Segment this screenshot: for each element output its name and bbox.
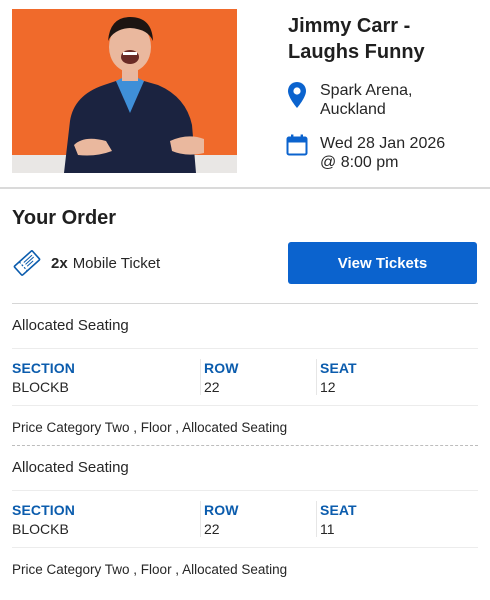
event-time: @ 8:00 pm <box>320 154 399 171</box>
date-info: Wed 28 Jan 2026 @ 8:00 pm <box>286 134 481 172</box>
row-label: ROW <box>204 360 239 376</box>
seating-divider <box>12 405 478 406</box>
column-separator <box>316 359 317 395</box>
venue-city: Auckland <box>320 101 386 118</box>
event-title-line-2: Laughs Funny <box>288 41 425 63</box>
event-date: Wed 28 Jan 2026 <box>320 135 446 152</box>
performer-photo <box>12 9 237 173</box>
row-value: 22 <box>204 521 220 537</box>
column-separator <box>200 501 201 537</box>
section-value: BLOCKB <box>12 379 69 395</box>
price-category: Price Category Two , Floor , Allocated S… <box>12 562 288 577</box>
section-label: SECTION <box>12 502 75 518</box>
seat-value: 11 <box>320 521 335 537</box>
event-title-line-1: Jimmy Carr - <box>288 15 411 37</box>
calendar-icon <box>286 134 308 156</box>
seat-label: SEAT <box>320 502 357 518</box>
venue-name: Spark Arena, <box>320 82 413 99</box>
event-title: Jimmy Carr - Laughs Funny <box>288 13 478 65</box>
section-label: SECTION <box>12 360 75 376</box>
row-value: 22 <box>204 379 220 395</box>
seat-label: SEAT <box>320 360 357 376</box>
ticket-separator <box>12 445 478 446</box>
ticket-type: Mobile Ticket <box>72 254 161 272</box>
view-tickets-button[interactable]: View Tickets <box>288 242 477 284</box>
seating-divider <box>12 547 478 548</box>
seat-value: 12 <box>320 379 336 395</box>
order-divider <box>12 303 478 304</box>
ticket-count: 2x Mobile Ticket <box>12 248 160 278</box>
column-separator <box>200 359 201 395</box>
seating-type: Allocated Seating <box>12 459 129 476</box>
seating-divider <box>12 348 478 349</box>
column-separator <box>316 501 317 537</box>
ticket-icon <box>13 250 41 276</box>
seating-type: Allocated Seating <box>12 317 129 334</box>
date-text: Wed 28 Jan 2026 @ 8:00 pm <box>320 134 445 172</box>
venue-text: Spark Arena, Auckland <box>320 81 413 119</box>
row-label: ROW <box>204 502 239 518</box>
header-divider <box>0 187 490 189</box>
map-pin-icon <box>288 82 306 108</box>
event-image[interactable] <box>12 9 237 173</box>
event-header: Jimmy Carr - Laughs Funny Spark Arena, A… <box>0 0 490 187</box>
order-heading: Your Order <box>12 207 117 229</box>
seating-divider <box>12 490 478 491</box>
section-value: BLOCKB <box>12 521 69 537</box>
venue-info: Spark Arena, Auckland <box>286 81 481 119</box>
ticket-quantity: 2x <box>51 254 68 272</box>
price-category: Price Category Two , Floor , Allocated S… <box>12 420 288 435</box>
